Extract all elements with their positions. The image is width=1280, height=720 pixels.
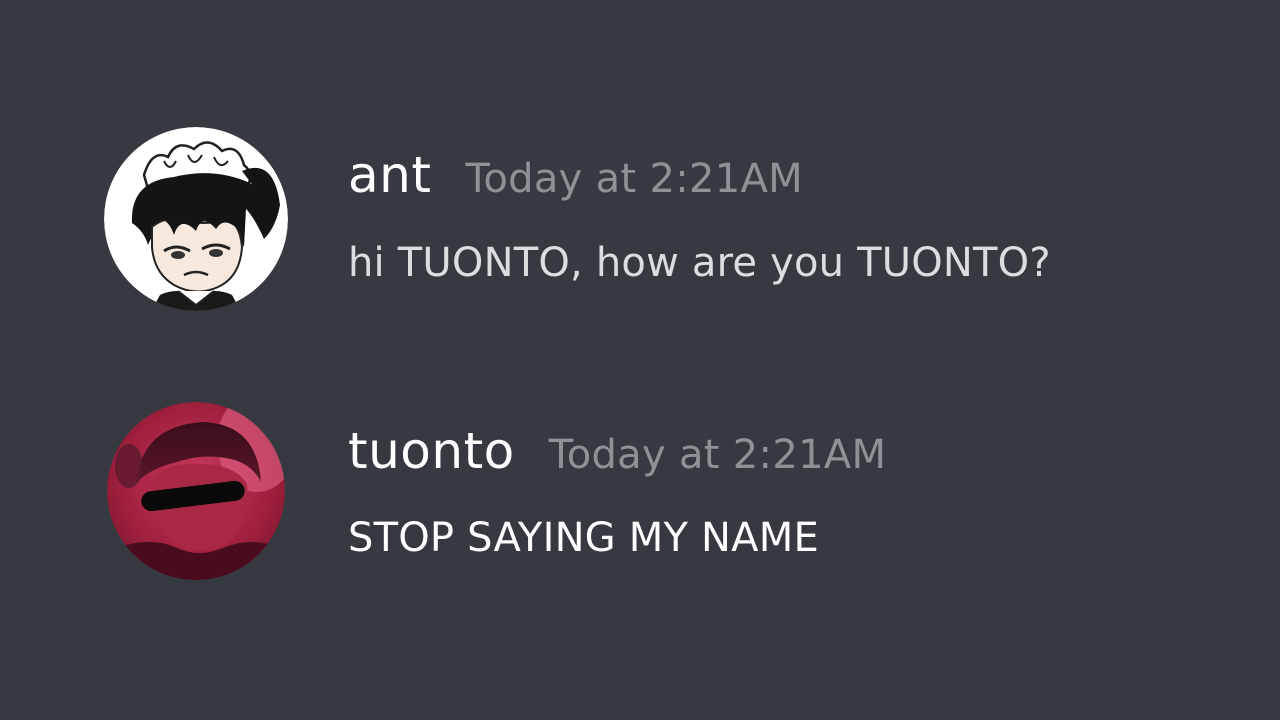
- timestamp[interactable]: Today at 2:21AM: [549, 425, 887, 485]
- username[interactable]: tuonto: [348, 421, 515, 481]
- message-content: hi TUONTO, how are you TUONTO?: [348, 240, 1051, 286]
- avatar[interactable]: [107, 402, 285, 580]
- message-content: STOP SAYING MY NAME: [348, 515, 819, 561]
- username[interactable]: ant: [348, 145, 431, 205]
- red-tinted-photo-avatar-icon: [107, 402, 285, 580]
- timestamp[interactable]: Today at 2:21AM: [465, 149, 803, 209]
- maid-anime-character-avatar-icon: [104, 127, 288, 311]
- message-header: ant Today at 2:21AM: [348, 145, 803, 209]
- avatar[interactable]: [104, 127, 288, 311]
- message-header: tuonto Today at 2:21AM: [348, 421, 886, 485]
